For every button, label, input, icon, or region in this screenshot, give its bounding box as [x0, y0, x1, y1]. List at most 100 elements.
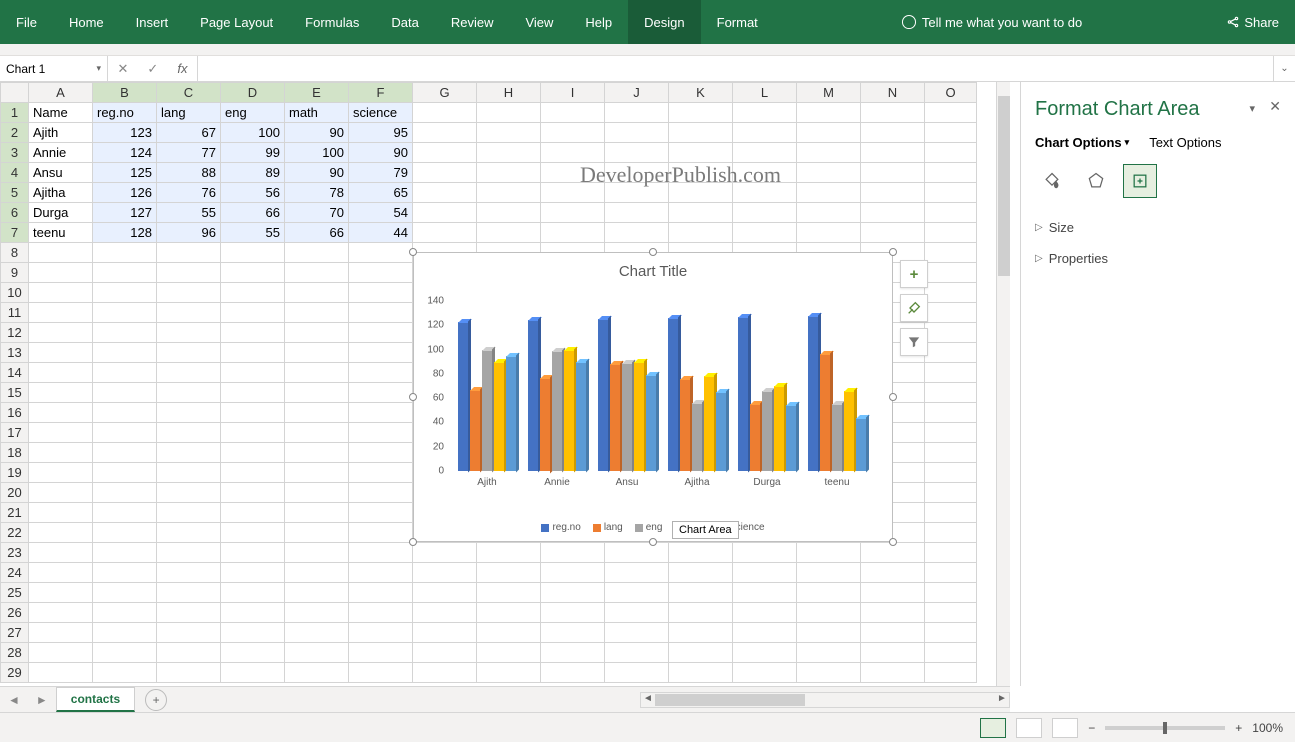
- chart-filter-button[interactable]: [900, 328, 928, 356]
- properties-section[interactable]: Properties: [1035, 243, 1281, 274]
- cell-D10[interactable]: [221, 283, 285, 303]
- ribbon-tab-view[interactable]: View: [509, 0, 569, 44]
- cell-N4[interactable]: [861, 163, 925, 183]
- cell-E10[interactable]: [285, 283, 349, 303]
- row-header-22[interactable]: 22: [1, 523, 29, 543]
- cell-O16[interactable]: [925, 403, 977, 423]
- zoom-slider[interactable]: [1105, 726, 1225, 730]
- normal-view-button[interactable]: [980, 718, 1006, 738]
- cell-O7[interactable]: [925, 223, 977, 243]
- cell-I3[interactable]: [541, 143, 605, 163]
- cell-F11[interactable]: [349, 303, 413, 323]
- cell-I29[interactable]: [541, 663, 605, 683]
- cell-E24[interactable]: [285, 563, 349, 583]
- cell-C12[interactable]: [157, 323, 221, 343]
- bar[interactable]: [564, 350, 574, 471]
- cell-C10[interactable]: [157, 283, 221, 303]
- cell-F25[interactable]: [349, 583, 413, 603]
- name-box[interactable]: Chart 1 ▾: [0, 56, 108, 81]
- cell-F15[interactable]: [349, 383, 413, 403]
- cell-E11[interactable]: [285, 303, 349, 323]
- cell-C3[interactable]: 77: [157, 143, 221, 163]
- cell-F14[interactable]: [349, 363, 413, 383]
- cell-G6[interactable]: [413, 203, 477, 223]
- fx-icon[interactable]: fx: [177, 61, 187, 76]
- col-header-F[interactable]: F: [349, 83, 413, 103]
- cell-G2[interactable]: [413, 123, 477, 143]
- cell-C15[interactable]: [157, 383, 221, 403]
- cell-L2[interactable]: [733, 123, 797, 143]
- cell-F7[interactable]: 44: [349, 223, 413, 243]
- row-header-15[interactable]: 15: [1, 383, 29, 403]
- cell-B21[interactable]: [93, 503, 157, 523]
- cell-E19[interactable]: [285, 463, 349, 483]
- cell-G27[interactable]: [413, 623, 477, 643]
- cell-O19[interactable]: [925, 463, 977, 483]
- cell-C29[interactable]: [157, 663, 221, 683]
- bar-group[interactable]: [458, 322, 517, 471]
- cell-I25[interactable]: [541, 583, 605, 603]
- col-header-M[interactable]: M: [797, 83, 861, 103]
- row-header-6[interactable]: 6: [1, 203, 29, 223]
- cell-D2[interactable]: 100: [221, 123, 285, 143]
- cell-E12[interactable]: [285, 323, 349, 343]
- cell-J27[interactable]: [605, 623, 669, 643]
- cell-L1[interactable]: [733, 103, 797, 123]
- cell-M27[interactable]: [797, 623, 861, 643]
- cell-N28[interactable]: [861, 643, 925, 663]
- cell-O29[interactable]: [925, 663, 977, 683]
- bar[interactable]: [506, 356, 516, 471]
- ribbon-tab-review[interactable]: Review: [435, 0, 510, 44]
- cell-B2[interactable]: 123: [93, 123, 157, 143]
- col-header-I[interactable]: I: [541, 83, 605, 103]
- bar[interactable]: [458, 322, 468, 471]
- cell-N27[interactable]: [861, 623, 925, 643]
- cell-B22[interactable]: [93, 523, 157, 543]
- bar-group[interactable]: [668, 318, 727, 471]
- bar[interactable]: [820, 354, 830, 471]
- cell-H25[interactable]: [477, 583, 541, 603]
- row-header-16[interactable]: 16: [1, 403, 29, 423]
- cell-D17[interactable]: [221, 423, 285, 443]
- cell-D14[interactable]: [221, 363, 285, 383]
- cell-A23[interactable]: [29, 543, 93, 563]
- cell-O6[interactable]: [925, 203, 977, 223]
- cell-C2[interactable]: 67: [157, 123, 221, 143]
- cell-F1[interactable]: science: [349, 103, 413, 123]
- cell-F9[interactable]: [349, 263, 413, 283]
- cell-F19[interactable]: [349, 463, 413, 483]
- cell-K2[interactable]: [669, 123, 733, 143]
- bar[interactable]: [540, 378, 550, 472]
- row-header-1[interactable]: 1: [1, 103, 29, 123]
- cell-C25[interactable]: [157, 583, 221, 603]
- cell-G24[interactable]: [413, 563, 477, 583]
- cell-K7[interactable]: [669, 223, 733, 243]
- cell-J5[interactable]: [605, 183, 669, 203]
- cell-C28[interactable]: [157, 643, 221, 663]
- cell-A12[interactable]: [29, 323, 93, 343]
- cell-B3[interactable]: 124: [93, 143, 157, 163]
- cell-F3[interactable]: 90: [349, 143, 413, 163]
- chart-brush-button[interactable]: [900, 294, 928, 322]
- row-header-7[interactable]: 7: [1, 223, 29, 243]
- cell-L6[interactable]: [733, 203, 797, 223]
- ribbon-tab-help[interactable]: Help: [569, 0, 628, 44]
- cell-O2[interactable]: [925, 123, 977, 143]
- cell-B15[interactable]: [93, 383, 157, 403]
- resize-handle[interactable]: [409, 538, 417, 546]
- bar[interactable]: [750, 404, 760, 471]
- cell-F20[interactable]: [349, 483, 413, 503]
- cell-M28[interactable]: [797, 643, 861, 663]
- chart-plus-button[interactable]: +: [900, 260, 928, 288]
- cell-E25[interactable]: [285, 583, 349, 603]
- cell-B10[interactable]: [93, 283, 157, 303]
- cell-J29[interactable]: [605, 663, 669, 683]
- page-layout-view-button[interactable]: [1016, 718, 1042, 738]
- row-header-9[interactable]: 9: [1, 263, 29, 283]
- cell-B23[interactable]: [93, 543, 157, 563]
- cell-E26[interactable]: [285, 603, 349, 623]
- cell-F12[interactable]: [349, 323, 413, 343]
- col-header-K[interactable]: K: [669, 83, 733, 103]
- cell-H24[interactable]: [477, 563, 541, 583]
- zoom-out[interactable]: −: [1088, 721, 1095, 735]
